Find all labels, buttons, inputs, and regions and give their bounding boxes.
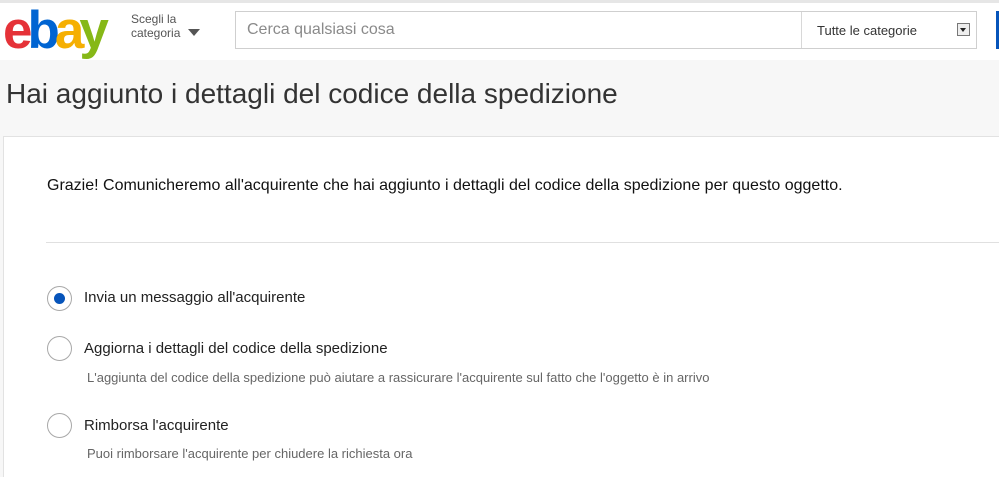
logo-letter-y: y bbox=[79, 1, 109, 60]
radio-send-message[interactable] bbox=[47, 286, 72, 311]
category-select[interactable]: Tutte le categorie bbox=[801, 12, 978, 48]
radio-selected-dot bbox=[54, 293, 65, 304]
category-menu-line1: Scegli la bbox=[131, 12, 177, 26]
confirmation-message: Grazie! Comunicheremo all'acquirente che… bbox=[47, 177, 843, 194]
category-menu-button[interactable]: Scegli la categoria bbox=[131, 12, 200, 40]
page-title: Hai aggiunto i dettagli del codice della… bbox=[6, 78, 618, 109]
ebay-logo[interactable]: ebay bbox=[3, 1, 109, 60]
top-border bbox=[0, 0, 999, 3]
category-menu-line2: categoria bbox=[131, 26, 181, 40]
dropdown-arrow-icon[interactable] bbox=[957, 23, 970, 36]
category-select-value: Tutte le categorie bbox=[817, 23, 917, 38]
logo-letter-a: a bbox=[54, 1, 85, 60]
divider bbox=[46, 242, 999, 243]
search-input[interactable] bbox=[236, 12, 800, 48]
header: ebay Scegli la categoria Tutte le catego… bbox=[0, 0, 999, 60]
logo-letter-e: e bbox=[3, 1, 33, 60]
option-label-update-tracking[interactable]: Aggiorna i dettagli del codice della spe… bbox=[84, 340, 388, 357]
radio-refund-buyer[interactable] bbox=[47, 413, 72, 438]
option-description-update-tracking: L'aggiunta del codice della spedizione p… bbox=[87, 370, 710, 385]
option-label-send-message[interactable]: Invia un messaggio all'acquirente bbox=[84, 289, 305, 306]
logo-letter-b: b bbox=[27, 1, 59, 60]
radio-update-tracking[interactable] bbox=[47, 336, 72, 361]
caret-down-icon bbox=[188, 29, 200, 36]
search-box: Tutte le categorie bbox=[235, 11, 977, 49]
option-label-refund-buyer[interactable]: Rimborsa l'acquirente bbox=[84, 417, 229, 434]
option-description-refund-buyer: Puoi rimborsare l'acquirente per chiuder… bbox=[87, 446, 413, 461]
